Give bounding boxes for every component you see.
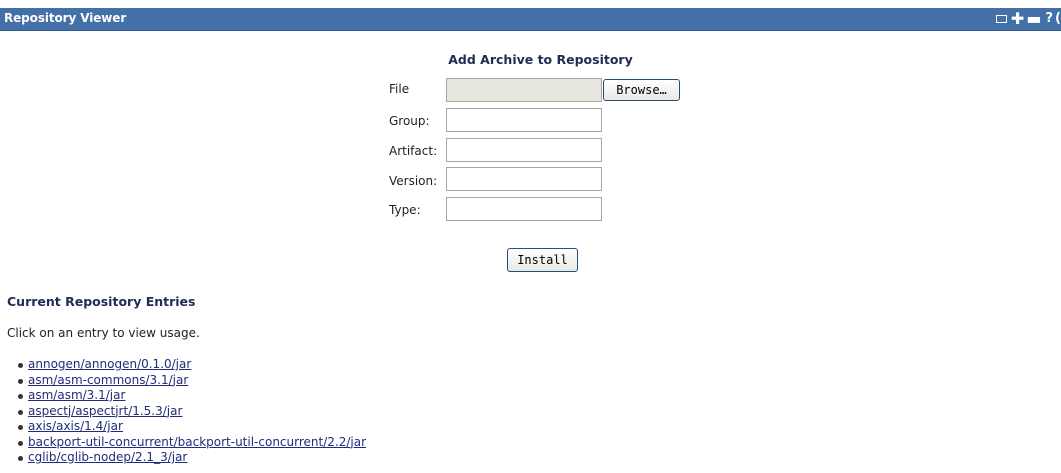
entry-link[interactable]: aspectj/aspectjrt/1.5.3/jar (28, 404, 182, 418)
close-icon[interactable]: ( (1055, 10, 1061, 28)
list-item: annogen/annogen/0.1.0/jar (0, 357, 366, 373)
entry-link[interactable]: axis/axis/1.4/jar (28, 419, 123, 433)
list-item: cglib/cglib-nodep/2.1_3/jar (0, 450, 366, 466)
group-label: Group: (389, 114, 430, 128)
minimize-icon[interactable]: ▬ (1026, 10, 1041, 28)
entry-link[interactable]: asm/asm/3.1/jar (28, 388, 125, 402)
entry-link[interactable]: backport-util-concurrent/backport-util-c… (28, 435, 366, 449)
current-entries-title: Current Repository Entries (7, 294, 196, 309)
version-label: Version: (389, 174, 438, 188)
type-input[interactable] (446, 197, 602, 221)
entries-hint: Click on an entry to view usage. (7, 326, 200, 340)
file-label: File (389, 82, 410, 96)
file-path-field[interactable] (446, 78, 602, 102)
artifact-label: Artifact: (389, 144, 438, 158)
add-archive-title: Add Archive to Repository (448, 52, 633, 67)
browse-button[interactable]: Browse… (603, 79, 680, 101)
window-title: Repository Viewer (4, 11, 127, 25)
entry-link[interactable]: asm/asm-commons/3.1/jar (28, 373, 188, 387)
list-item: backport-util-concurrent/backport-util-c… (0, 435, 366, 451)
portlet-title-bar: Repository Viewer ✚ ▬ ? ( (0, 8, 1061, 31)
list-item: aspectj/aspectjrt/1.5.3/jar (0, 404, 366, 420)
entry-link[interactable]: cglib/cglib-nodep/2.1_3/jar (28, 450, 187, 464)
type-label: Type: (389, 203, 421, 217)
entry-link[interactable]: annogen/annogen/0.1.0/jar (28, 357, 191, 371)
list-item: axis/axis/1.4/jar (0, 419, 366, 435)
maximize-plus-icon[interactable]: ✚ (1011, 10, 1024, 28)
restore-window-icon[interactable] (995, 15, 1007, 23)
list-item: asm/asm/3.1/jar (0, 388, 366, 404)
version-input[interactable] (446, 167, 602, 191)
list-item: asm/asm-commons/3.1/jar (0, 373, 366, 389)
repository-entries-list: annogen/annogen/0.1.0/jar asm/asm-common… (0, 357, 366, 466)
help-icon[interactable]: ? (1045, 10, 1053, 28)
window-controls: ✚ ▬ ? ( (995, 9, 1061, 29)
group-input[interactable] (446, 108, 602, 132)
artifact-input[interactable] (446, 138, 602, 162)
install-button[interactable]: Install (507, 248, 578, 272)
